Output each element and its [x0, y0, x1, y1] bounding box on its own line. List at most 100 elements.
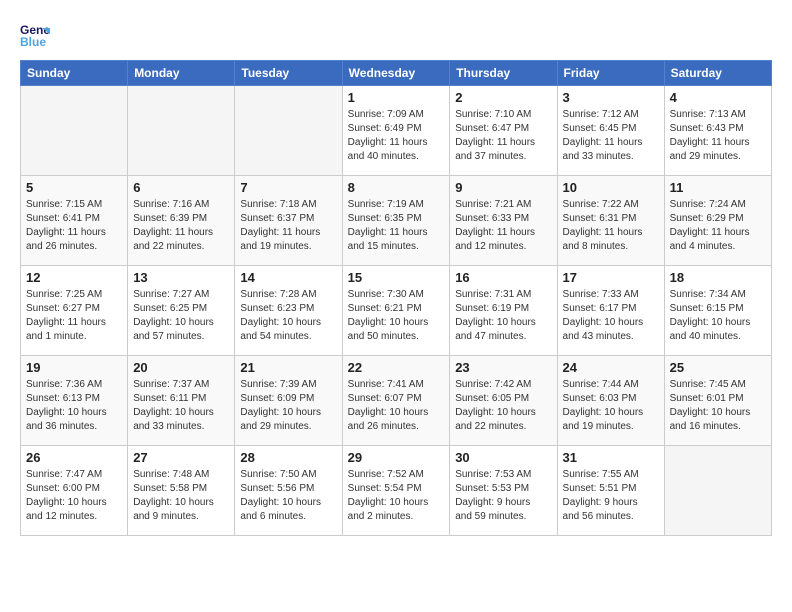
calendar-cell: 12 Sunrise: 7:25 AM Sunset: 6:27 PM Dayli… [21, 266, 128, 356]
calendar-cell: 20 Sunrise: 7:37 AM Sunset: 6:11 PM Dayli… [128, 356, 235, 446]
calendar-cell: 13 Sunrise: 7:27 AM Sunset: 6:25 PM Dayli… [128, 266, 235, 356]
day-info: Sunrise: 7:31 AM Sunset: 6:19 PM Dayligh… [455, 288, 551, 344]
calendar-cell: 24Sunrise: 7:44 AM Sunset: 6:03 PM Dayli… [557, 356, 664, 446]
header-thursday: Thursday [450, 61, 557, 86]
calendar-cell: 25Sunrise: 7:45 AM Sunset: 6:01 PM Dayli… [664, 356, 771, 446]
calendar: SundayMondayTuesdayWednesdayThursdayFrid… [20, 60, 772, 536]
calendar-cell: 28 Sunrise: 7:50 AM Sunset: 5:56 PM Dayli… [235, 446, 342, 536]
calendar-cell [128, 86, 235, 176]
day-info: Sunrise: 7:37 AM Sunset: 6:11 PM Dayligh… [133, 378, 229, 434]
day-info: Sunrise: 7:28 AM Sunset: 6:23 PM Dayligh… [240, 288, 336, 344]
header-friday: Friday [557, 61, 664, 86]
calendar-cell: 31 Sunrise: 7:55 AM Sunset: 5:51 PM Dayli… [557, 446, 664, 536]
day-number: 5 [26, 180, 122, 195]
calendar-cell: 29Sunrise: 7:52 AM Sunset: 5:54 PM Dayli… [342, 446, 450, 536]
day-number: 31 [563, 450, 659, 465]
day-number: 2 [455, 90, 551, 105]
day-info: Sunrise: 7:10 AM Sunset: 6:47 PM Dayligh… [455, 108, 551, 164]
day-number: 14 [240, 270, 336, 285]
day-number: 4 [670, 90, 766, 105]
day-number: 22 [348, 360, 445, 375]
day-info: Sunrise: 7:34 AM Sunset: 6:15 PM Dayligh… [670, 288, 766, 344]
day-info: Sunrise: 7:50 AM Sunset: 5:56 PM Dayligh… [240, 468, 336, 524]
calendar-cell [21, 86, 128, 176]
calendar-cell: 23 Sunrise: 7:42 AM Sunset: 6:05 PM Dayli… [450, 356, 557, 446]
day-number: 12 [26, 270, 122, 285]
day-number: 3 [563, 90, 659, 105]
day-number: 23 [455, 360, 551, 375]
day-info: Sunrise: 7:41 AM Sunset: 6:07 PM Dayligh… [348, 378, 445, 434]
day-info: Sunrise: 7:55 AM Sunset: 5:51 PM Dayligh… [563, 468, 659, 524]
calendar-cell [664, 446, 771, 536]
day-number: 26 [26, 450, 122, 465]
calendar-cell: 22 Sunrise: 7:41 AM Sunset: 6:07 PM Dayli… [342, 356, 450, 446]
day-number: 21 [240, 360, 336, 375]
day-info: Sunrise: 7:13 AM Sunset: 6:43 PM Dayligh… [670, 108, 766, 164]
header-saturday: Saturday [664, 61, 771, 86]
day-info: Sunrise: 7:30 AM Sunset: 6:21 PM Dayligh… [348, 288, 445, 344]
calendar-cell [235, 86, 342, 176]
header-row: SundayMondayTuesdayWednesdayThursdayFrid… [21, 61, 772, 86]
day-info: Sunrise: 7:39 AM Sunset: 6:09 PM Dayligh… [240, 378, 336, 434]
calendar-cell: 5 Sunrise: 7:15 AM Sunset: 6:41 PM Daylig… [21, 176, 128, 266]
day-number: 28 [240, 450, 336, 465]
calendar-cell: 19Sunrise: 7:36 AM Sunset: 6:13 PM Dayli… [21, 356, 128, 446]
day-info: Sunrise: 7:27 AM Sunset: 6:25 PM Dayligh… [133, 288, 229, 344]
header-tuesday: Tuesday [235, 61, 342, 86]
day-info: Sunrise: 7:15 AM Sunset: 6:41 PM Dayligh… [26, 198, 122, 254]
page-header: General Blue [20, 20, 772, 50]
day-info: Sunrise: 7:22 AM Sunset: 6:31 PM Dayligh… [563, 198, 659, 254]
calendar-cell: 11 Sunrise: 7:24 AM Sunset: 6:29 PM Dayli… [664, 176, 771, 266]
svg-text:Blue: Blue [20, 35, 46, 49]
calendar-cell: 18 Sunrise: 7:34 AM Sunset: 6:15 PM Dayli… [664, 266, 771, 356]
header-wednesday: Wednesday [342, 61, 450, 86]
day-number: 11 [670, 180, 766, 195]
calendar-cell: 26 Sunrise: 7:47 AM Sunset: 6:00 PM Dayli… [21, 446, 128, 536]
calendar-cell: 9 Sunrise: 7:21 AM Sunset: 6:33 PM Daylig… [450, 176, 557, 266]
calendar-cell: 27 Sunrise: 7:48 AM Sunset: 5:58 PM Dayli… [128, 446, 235, 536]
calendar-cell: 7Sunrise: 7:18 AM Sunset: 6:37 PM Daylig… [235, 176, 342, 266]
week-row-1: 1Sunrise: 7:09 AM Sunset: 6:49 PM Daylig… [21, 86, 772, 176]
day-number: 19 [26, 360, 122, 375]
logo: General Blue [20, 20, 54, 50]
day-info: Sunrise: 7:18 AM Sunset: 6:37 PM Dayligh… [240, 198, 336, 254]
day-number: 30 [455, 450, 551, 465]
day-info: Sunrise: 7:33 AM Sunset: 6:17 PM Dayligh… [563, 288, 659, 344]
day-number: 16 [455, 270, 551, 285]
day-number: 20 [133, 360, 229, 375]
day-number: 13 [133, 270, 229, 285]
day-info: Sunrise: 7:12 AM Sunset: 6:45 PM Dayligh… [563, 108, 659, 164]
header-monday: Monday [128, 61, 235, 86]
week-row-2: 5 Sunrise: 7:15 AM Sunset: 6:41 PM Daylig… [21, 176, 772, 266]
day-info: Sunrise: 7:53 AM Sunset: 5:53 PM Dayligh… [455, 468, 551, 524]
day-number: 9 [455, 180, 551, 195]
day-info: Sunrise: 7:24 AM Sunset: 6:29 PM Dayligh… [670, 198, 766, 254]
calendar-cell: 17Sunrise: 7:33 AM Sunset: 6:17 PM Dayli… [557, 266, 664, 356]
day-info: Sunrise: 7:44 AM Sunset: 6:03 PM Dayligh… [563, 378, 659, 434]
day-number: 15 [348, 270, 445, 285]
day-number: 18 [670, 270, 766, 285]
calendar-cell: 2 Sunrise: 7:10 AM Sunset: 6:47 PM Daylig… [450, 86, 557, 176]
week-row-5: 26 Sunrise: 7:47 AM Sunset: 6:00 PM Dayli… [21, 446, 772, 536]
day-info: Sunrise: 7:25 AM Sunset: 6:27 PM Dayligh… [26, 288, 122, 344]
calendar-cell: 10Sunrise: 7:22 AM Sunset: 6:31 PM Dayli… [557, 176, 664, 266]
day-info: Sunrise: 7:42 AM Sunset: 6:05 PM Dayligh… [455, 378, 551, 434]
day-number: 27 [133, 450, 229, 465]
week-row-3: 12 Sunrise: 7:25 AM Sunset: 6:27 PM Dayli… [21, 266, 772, 356]
day-info: Sunrise: 7:19 AM Sunset: 6:35 PM Dayligh… [348, 198, 445, 254]
calendar-cell: 30 Sunrise: 7:53 AM Sunset: 5:53 PM Dayli… [450, 446, 557, 536]
calendar-cell: 4 Sunrise: 7:13 AM Sunset: 6:43 PM Daylig… [664, 86, 771, 176]
calendar-cell: 3 Sunrise: 7:12 AM Sunset: 6:45 PM Daylig… [557, 86, 664, 176]
day-info: Sunrise: 7:09 AM Sunset: 6:49 PM Dayligh… [348, 108, 445, 164]
calendar-cell: 15 Sunrise: 7:30 AM Sunset: 6:21 PM Dayli… [342, 266, 450, 356]
header-sunday: Sunday [21, 61, 128, 86]
logo-icon: General Blue [20, 20, 50, 50]
week-row-4: 19Sunrise: 7:36 AM Sunset: 6:13 PM Dayli… [21, 356, 772, 446]
day-info: Sunrise: 7:47 AM Sunset: 6:00 PM Dayligh… [26, 468, 122, 524]
day-number: 25 [670, 360, 766, 375]
calendar-cell: 6Sunrise: 7:16 AM Sunset: 6:39 PM Daylig… [128, 176, 235, 266]
calendar-cell: 8Sunrise: 7:19 AM Sunset: 6:35 PM Daylig… [342, 176, 450, 266]
day-info: Sunrise: 7:21 AM Sunset: 6:33 PM Dayligh… [455, 198, 551, 254]
calendar-cell: 1Sunrise: 7:09 AM Sunset: 6:49 PM Daylig… [342, 86, 450, 176]
day-info: Sunrise: 7:48 AM Sunset: 5:58 PM Dayligh… [133, 468, 229, 524]
